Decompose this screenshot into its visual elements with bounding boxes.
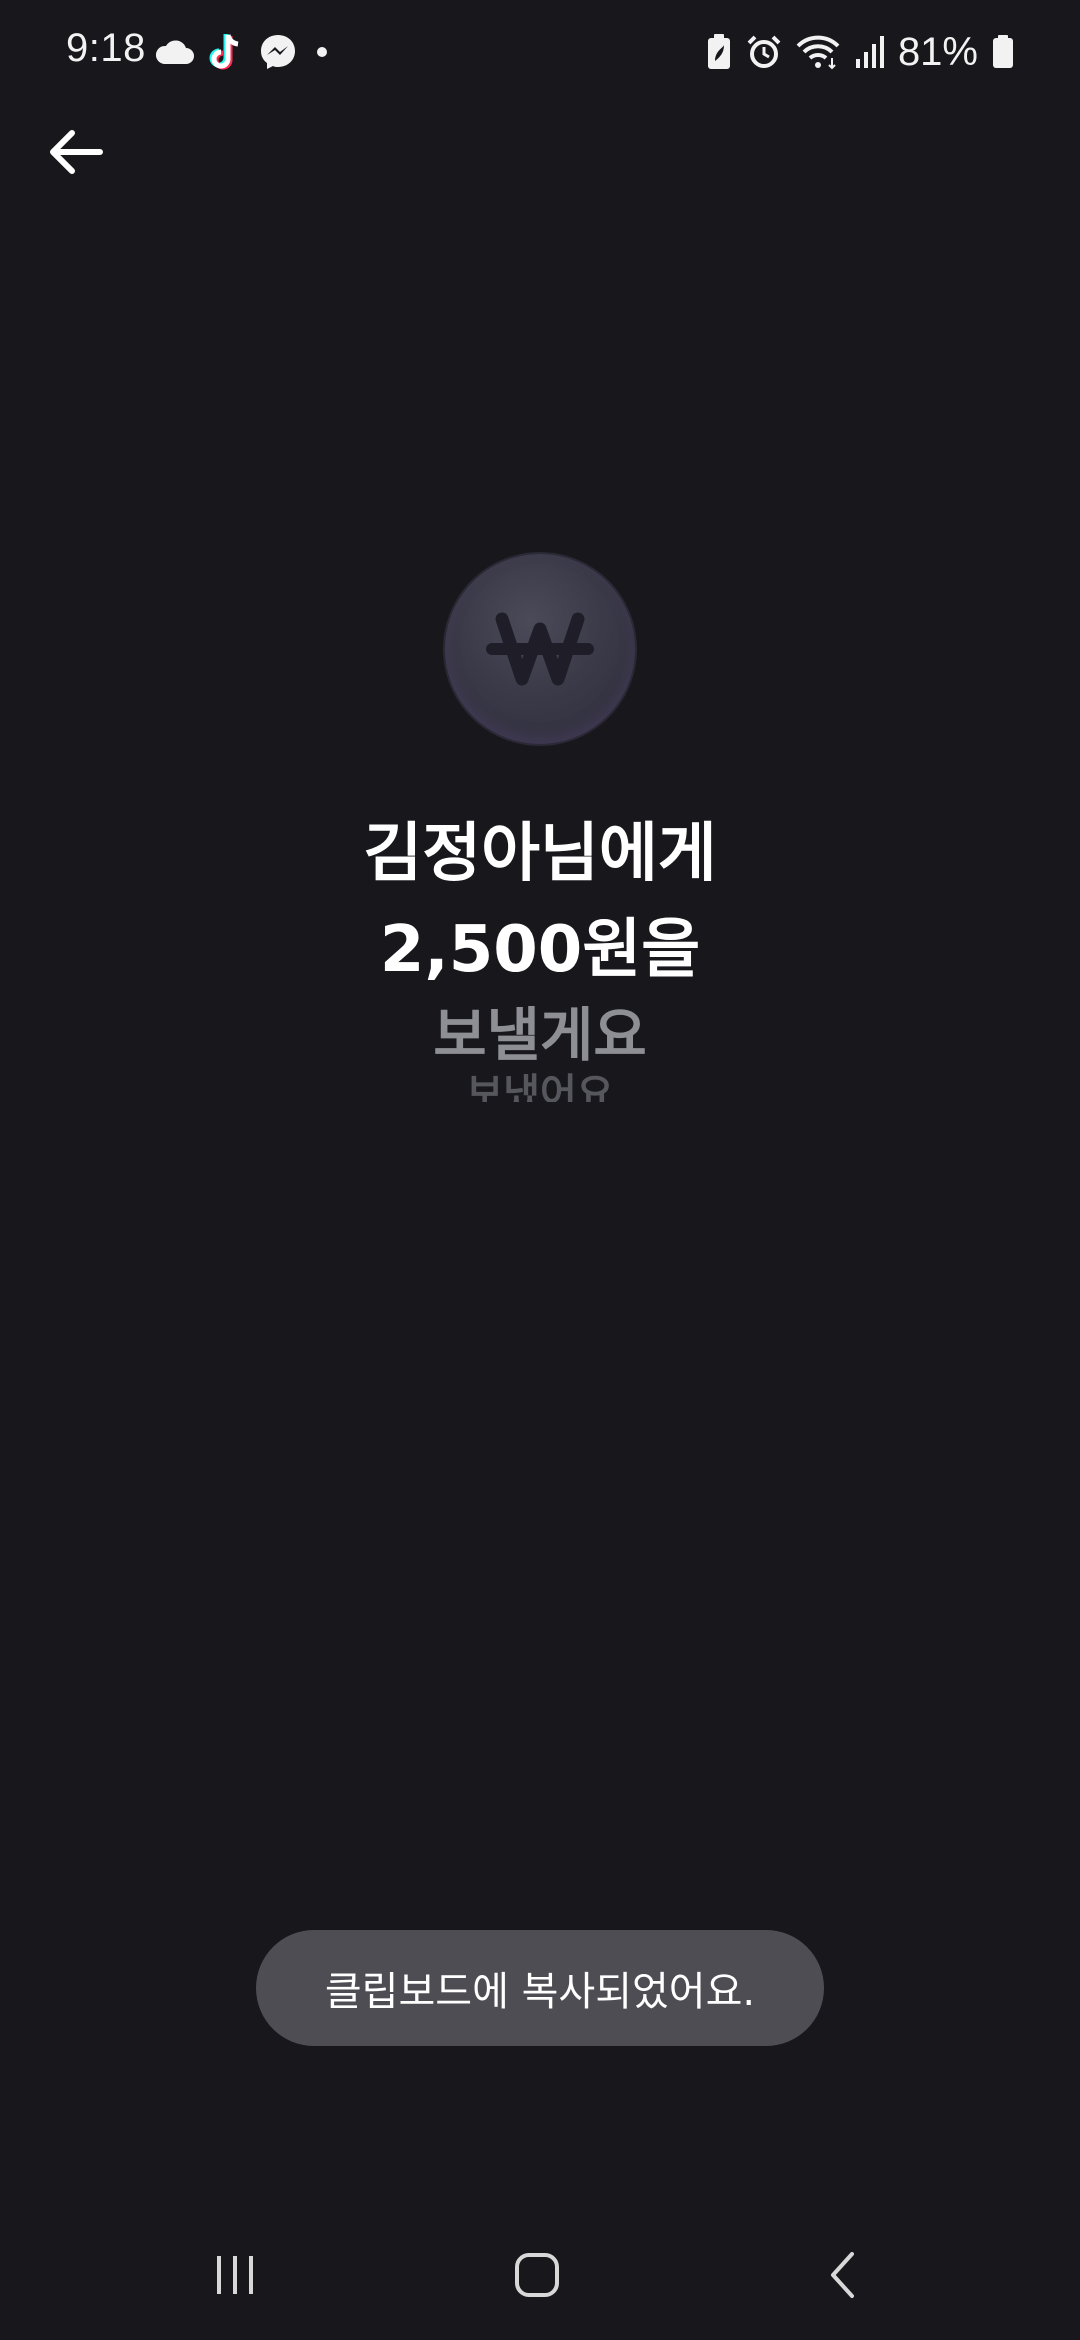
amount-text: 2,500원을 (379, 913, 701, 987)
home-icon (514, 2252, 560, 2298)
status-time: 9:18 (66, 26, 146, 70)
messenger-icon (258, 32, 298, 72)
system-icons: 81% (706, 28, 1014, 76)
battery-icon (992, 35, 1014, 69)
tiktok-icon (208, 32, 244, 72)
navigation-bar (0, 2220, 1080, 2330)
transfer-screen: 9:18 81% 김정아님에게 2,500원을 보낼게요 보냈어요 클립보드에 … (0, 0, 1080, 2340)
recent-apps-icon (213, 2254, 257, 2296)
arrow-left-icon (48, 127, 104, 177)
next-action-text: 보냈어요 (466, 1071, 614, 1102)
back-nav-icon (828, 2251, 858, 2299)
battery-saver-icon (706, 33, 732, 71)
status-bar: 9:18 81% (0, 0, 1080, 110)
won-coin-icon (445, 554, 635, 744)
notification-icons (154, 30, 332, 74)
dot-icon (312, 42, 332, 62)
alarm-icon (746, 34, 782, 70)
recipient-text: 김정아님에게 (363, 817, 717, 891)
recent-apps-button[interactable] (180, 2240, 290, 2310)
back-nav-button[interactable] (788, 2240, 898, 2310)
action-text: 보낼게요 (433, 1001, 647, 1069)
cloud-icon (154, 38, 194, 66)
signal-icon (854, 35, 884, 69)
clipboard-toast: 클립보드에 복사되었어요. (256, 1930, 824, 2046)
battery-percent: 81% (897, 29, 978, 74)
toast-message: 클립보드에 복사되었어요. (324, 1969, 756, 2015)
wifi-icon (796, 34, 840, 70)
home-button[interactable] (482, 2240, 592, 2310)
back-button[interactable] (36, 112, 116, 192)
